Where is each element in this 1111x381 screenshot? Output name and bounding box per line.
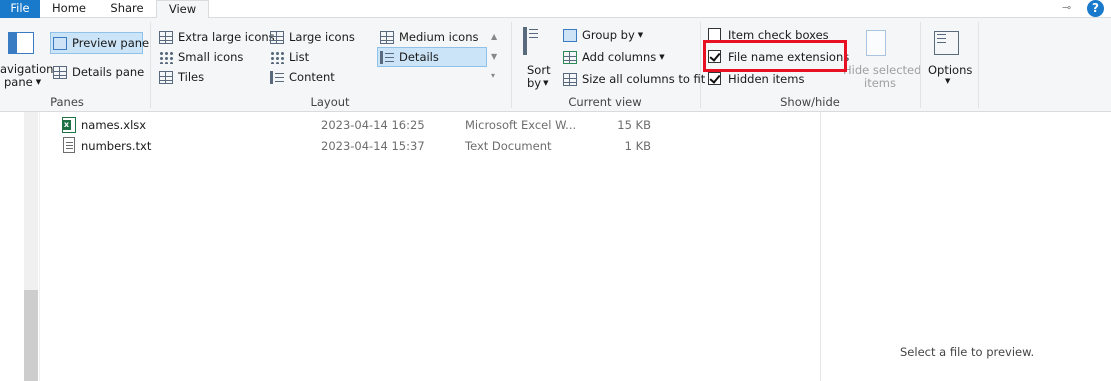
dropdown-arrow-icon[interactable]: ▼ [945,77,950,85]
add-columns-button[interactable]: Add columns ▼ [563,50,665,64]
hide-selected-label: Hide selected [843,63,922,77]
highlight-annotation-box [703,40,847,72]
group-label-layout: Layout [310,95,350,109]
details-icon [380,50,394,64]
details-pane-button[interactable]: Details pane [53,65,144,79]
ribbon-tab-bar: File Home Share View ⊸ ? [0,0,1111,19]
layout-scroll-up-icon[interactable]: ▲ [491,32,497,41]
preview-placeholder-text: Select a file to preview. [900,345,1035,359]
group-separator [511,22,512,108]
excel-file-icon [62,117,76,133]
dropdown-arrow-icon: ▼ [35,78,42,86]
tab-file[interactable]: File [0,0,40,18]
group-by-icon [563,28,577,42]
file-name: numbers.txt [81,139,152,153]
navigation-pane-label-2[interactable]: pane ▼ [4,75,41,89]
group-by-button[interactable]: Group by ▼ [563,28,643,42]
file-type: Text Document [465,139,552,153]
layout-expand-icon[interactable]: ▾ [491,71,495,80]
navigation-pane-label[interactable]: avigation [0,62,53,76]
layout-details[interactable]: Details [380,50,439,64]
layout-tiles[interactable]: Tiles [159,70,204,84]
dropdown-arrow-icon: ▼ [637,31,644,39]
group-separator [150,22,151,108]
sort-icon [523,27,546,55]
tab-view[interactable]: View [156,0,209,19]
navigation-pane-icon [8,32,34,54]
group-label-current-view: Current view [568,95,642,109]
layout-small-icons[interactable]: Small icons [159,50,243,64]
tab-home[interactable]: Home [40,0,98,18]
table-row[interactable]: numbers.txt 2023-04-14 15:37 Text Docume… [60,136,660,156]
size-all-columns-button[interactable]: Size all columns to fit [563,72,705,86]
file-type: Microsoft Excel W... [465,118,577,132]
ribbon-view: avigation pane ▼ Preview pane Details pa… [0,18,1111,112]
small-icons-icon [159,50,173,64]
preview-pane-button[interactable]: Preview pane [53,36,149,50]
options-icon [934,31,959,55]
file-date: 2023-04-14 16:25 [321,118,425,132]
group-label-show-hide: Show/hide [780,95,840,109]
file-size: 15 KB [617,118,651,132]
hide-selected-label-2: items [864,76,896,90]
layout-content[interactable]: Content [270,70,335,84]
file-date: 2023-04-14 15:37 [321,139,425,153]
navigation-scrollbar-thumb[interactable] [24,290,38,381]
table-row[interactable]: names.xlsx 2023-04-14 16:25 Microsoft Ex… [60,115,660,135]
layout-list[interactable]: List [270,50,309,64]
sort-by-label-2[interactable]: by ▼ [527,76,549,90]
group-separator [700,22,701,108]
size-columns-icon [563,72,577,86]
hidden-items-checkbox[interactable] [708,72,721,85]
content-icon [270,70,284,84]
hidden-items-label[interactable]: Hidden items [728,72,804,86]
medium-icons-icon [380,30,394,44]
preview-pane-icon [53,36,67,50]
hide-selected-icon [866,30,886,56]
file-name: names.xlsx [81,118,147,132]
options-label[interactable]: Options [928,63,972,77]
file-size: 1 KB [624,139,651,153]
layout-large-icons[interactable]: Large icons [270,30,355,44]
tab-share[interactable]: Share [98,0,156,18]
tiles-icon [159,70,173,84]
extra-large-icons-icon [159,30,173,44]
hide-selected-items-button[interactable] [866,28,890,58]
list-icon [270,50,284,64]
layout-scroll-down-icon[interactable]: ▼ [491,52,497,61]
sort-by-button[interactable] [523,26,551,56]
layout-medium-icons[interactable]: Medium icons [380,30,478,44]
add-columns-icon [563,50,577,64]
group-label-panes: Panes [50,95,84,109]
group-separator [920,22,921,108]
sort-by-label[interactable]: Sort [527,63,551,77]
dropdown-arrow-icon: ▼ [659,53,665,61]
dropdown-arrow-icon: ▼ [543,79,549,87]
help-icon[interactable]: ? [1087,0,1104,17]
group-separator [978,22,979,108]
preview-pane-divider[interactable] [820,112,821,381]
details-pane-icon [53,65,67,79]
large-icons-icon [270,30,284,44]
text-file-icon [63,137,75,153]
layout-extra-large-icons[interactable]: Extra large icons [159,30,275,44]
options-button[interactable] [934,30,964,56]
pin-ribbon-icon[interactable]: ⊸ [1062,2,1076,13]
